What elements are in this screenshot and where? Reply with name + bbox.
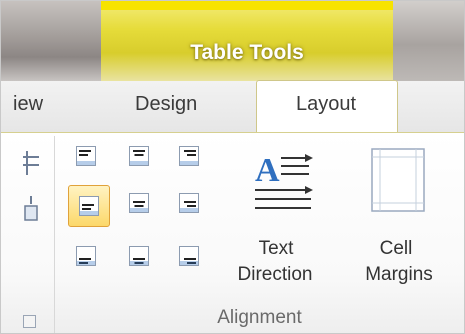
title-bar-left <box>1 1 101 81</box>
ribbon-window: Table Tools iew Design Layout A Text Dir… <box>0 0 465 334</box>
align-center-icon <box>129 193 149 213</box>
align-top-center-button[interactable] <box>120 137 158 175</box>
align-bottom-center-icon <box>129 246 149 266</box>
align-top-center-icon <box>129 146 149 166</box>
text-direction-glyph: A <box>255 152 280 189</box>
cell-margins-label-line1: Cell <box>379 238 413 259</box>
contextual-title: Table Tools <box>190 41 304 64</box>
align-top-left-button[interactable] <box>67 137 105 175</box>
previous-group-icon[interactable] <box>23 149 39 177</box>
dialog-launcher-icon[interactable] <box>23 315 36 328</box>
distribute-rows-icon <box>23 151 39 175</box>
cell-margins-icon <box>371 148 425 212</box>
group-label-alignment: Alignment <box>217 307 302 328</box>
align-bottom-right-button[interactable] <box>170 237 208 275</box>
contextual-accent-strip <box>101 1 393 10</box>
cell-margins-label-line2: Margins <box>365 264 433 285</box>
text-direction-label-line1: Text <box>258 238 294 259</box>
align-top-right-button[interactable] <box>170 137 208 175</box>
align-bottom-right-icon <box>179 246 199 266</box>
align-bottom-center-button[interactable] <box>120 237 158 275</box>
tab-view[interactable]: iew <box>13 93 43 116</box>
align-center-left-icon <box>79 196 99 216</box>
group-separator <box>54 136 55 333</box>
align-top-right-icon <box>179 146 199 166</box>
align-bottom-left-button[interactable] <box>67 237 105 275</box>
tab-design[interactable]: Design <box>135 93 197 116</box>
align-center-right-icon <box>179 193 199 213</box>
text-direction-label-line2: Direction <box>237 264 313 285</box>
align-top-left-icon <box>76 146 96 166</box>
align-bottom-left-icon <box>76 246 96 266</box>
tab-layout[interactable]: Layout <box>256 93 396 116</box>
align-center-left-button[interactable] <box>68 185 110 227</box>
title-bar-right <box>393 1 464 81</box>
distribute-columns-icon <box>24 196 38 221</box>
align-center-right-button[interactable] <box>170 184 208 222</box>
text-direction-icon: A <box>255 152 313 209</box>
align-center-button[interactable] <box>120 184 158 222</box>
previous-group-icon-2[interactable] <box>23 196 39 224</box>
